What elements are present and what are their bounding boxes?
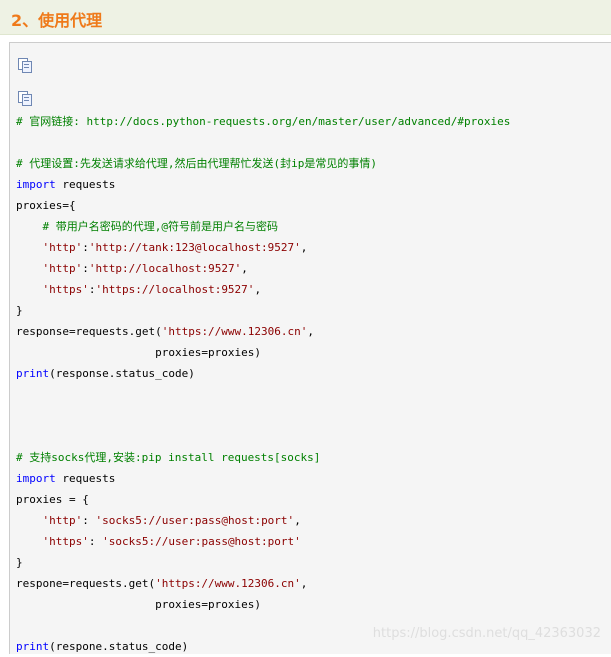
- code-token-plain: }: [16, 304, 23, 317]
- code-line: response=requests.get('https://www.12306…: [16, 321, 510, 342]
- section-heading: 2、使用代理: [11, 11, 103, 30]
- code-token-string: 'socks5://user:pass@host:port': [102, 535, 301, 548]
- code-token-plain: proxies=proxies): [16, 346, 262, 359]
- code-line: proxies = {: [16, 489, 510, 510]
- code-token-string: 'http': [42, 514, 83, 527]
- code-token-plain: requests: [55, 472, 116, 485]
- code-token-plain: proxies=proxies): [16, 598, 262, 611]
- code-token-plain: (respone.status_code): [49, 640, 189, 653]
- code-line: import requests: [16, 468, 510, 489]
- code-line: # 代理设置:先发送请求给代理,然后由代理帮忙发送(封ip是常见的事情): [16, 153, 510, 174]
- code-line: proxies=proxies): [16, 594, 510, 615]
- code-token-plain: requests: [55, 178, 116, 191]
- code-line: 'http': 'socks5://user:pass@host:port',: [16, 510, 510, 531]
- code-line: 'http':'http://localhost:9527',: [16, 258, 510, 279]
- copy-icon[interactable]: [17, 58, 33, 73]
- code-token-plain: respone=requests.get(: [16, 577, 156, 590]
- code-token-plain: ,: [300, 241, 308, 254]
- code-token-string: 'http': [42, 241, 83, 254]
- code-token-string: 'http': [42, 262, 83, 275]
- code-line: }: [16, 300, 510, 321]
- code-token-plain: (response.status_code): [49, 367, 195, 380]
- code-token-plain: ,: [294, 514, 301, 527]
- code-line: proxies={: [16, 195, 510, 216]
- code-token-plain: ,: [300, 577, 308, 590]
- code-token-string: 'https://www.12306.cn': [161, 325, 308, 338]
- code-line: # 官网链接: http://docs.python-requests.org/…: [16, 111, 510, 132]
- code-line: 'https': 'socks5://user:pass@host:port': [16, 531, 510, 552]
- code-block: # 官网链接: http://docs.python-requests.org/…: [16, 111, 510, 657]
- code-token-plain: ,: [254, 283, 262, 296]
- code-line: import requests: [16, 174, 510, 195]
- code-line: print(response.status_code): [16, 363, 510, 384]
- code-token-string: 'https': [42, 283, 89, 296]
- code-token-keyword: print: [16, 640, 50, 653]
- code-token-string: 'https://localhost:9527': [95, 283, 255, 296]
- code-token-plain: ,: [307, 325, 315, 338]
- code-token-plain: :: [82, 241, 89, 254]
- code-line: 'http':'http://tank:123@localhost:9527',: [16, 237, 510, 258]
- code-token-string: 'https': [42, 535, 89, 548]
- watermark: https://blog.csdn.net/qq_42363032: [372, 626, 601, 641]
- code-line: # 带用户名密码的代理,@符号前是用户名与密码: [16, 216, 510, 237]
- code-token-string: 'http://tank:123@localhost:9527': [88, 241, 301, 254]
- code-token-comment: # 支持socks代理,安装:pip install requests[sock…: [16, 451, 321, 464]
- code-token-string: 'socks5://user:pass@host:port': [95, 514, 295, 527]
- code-token-plain: proxies={: [16, 199, 76, 212]
- code-token-plain: :: [82, 514, 96, 527]
- code-line: 'https':'https://localhost:9527',: [16, 279, 510, 300]
- code-line: # 支持socks代理,安装:pip install requests[sock…: [16, 447, 510, 468]
- code-line: respone=requests.get('https://www.12306.…: [16, 573, 510, 594]
- code-token-string: 'https://www.12306.cn': [155, 577, 301, 590]
- code-token-keyword: import: [16, 178, 56, 191]
- copy-icon[interactable]: [17, 91, 33, 106]
- code-token-keyword: import: [16, 472, 56, 485]
- code-token-plain: }: [16, 556, 23, 569]
- section-heading-bar: 2、使用代理: [0, 0, 611, 35]
- code-token-comment: # 带用户名密码的代理,@符号前是用户名与密码: [42, 220, 279, 233]
- code-token-plain: response=requests.get(: [16, 325, 162, 338]
- code-line: }: [16, 552, 510, 573]
- code-token-string: 'http://localhost:9527': [88, 262, 242, 275]
- code-token-comment: # 代理设置:先发送请求给代理,然后由代理帮忙发送(封ip是常见的事情): [16, 157, 377, 170]
- code-token-comment: # 官网链接: http://docs.python-requests.org/…: [16, 115, 511, 128]
- code-token-plain: :: [82, 262, 89, 275]
- code-line: proxies=proxies): [16, 342, 510, 363]
- code-token-plain: ,: [241, 262, 248, 275]
- code-token-keyword: print: [16, 367, 50, 380]
- code-token-plain: :: [88, 535, 103, 548]
- code-token-plain: proxies = {: [16, 493, 89, 506]
